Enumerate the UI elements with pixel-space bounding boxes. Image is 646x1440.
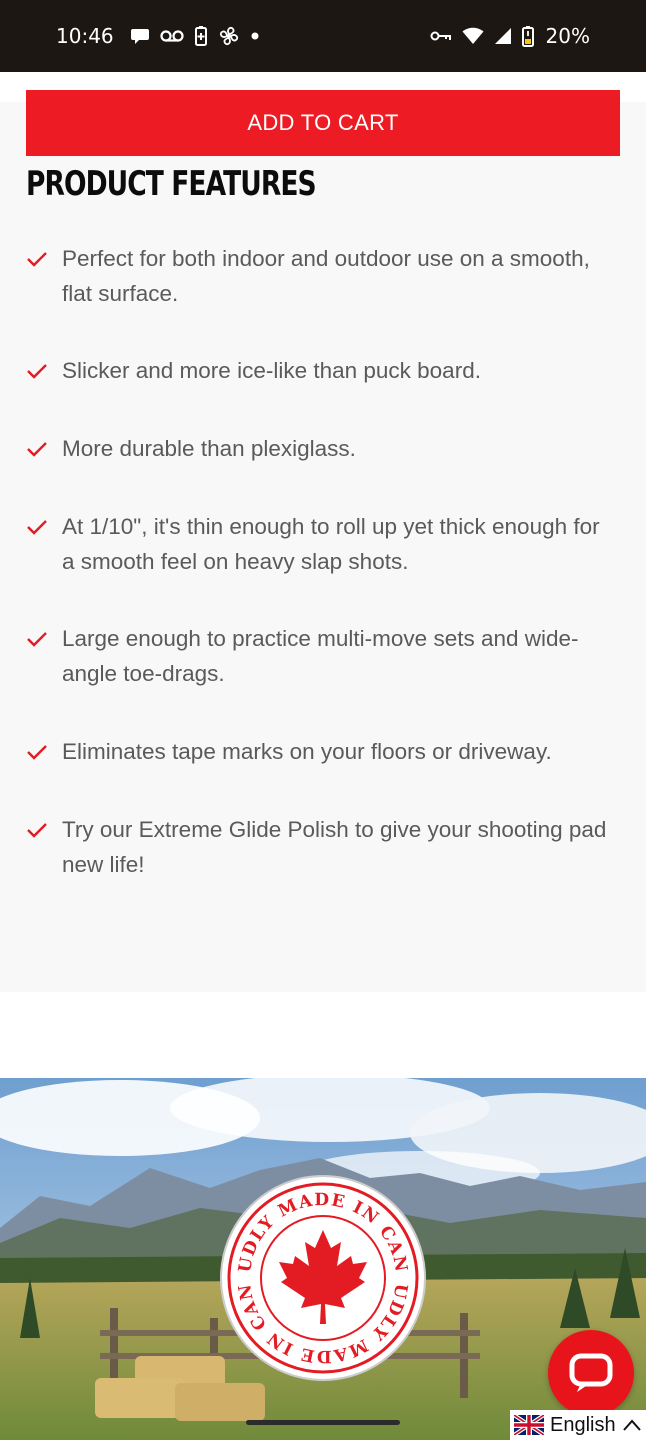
feature-line: Try our Extreme Glide Polish to give you…: [62, 817, 607, 842]
check-icon: [26, 432, 52, 466]
list-item: More durable than plexiglass.: [26, 432, 626, 467]
check-icon: [26, 354, 52, 388]
feature-line: More durable than plexiglass.: [62, 436, 356, 461]
feature-line: Perfect for both indoor and outdoor use …: [62, 246, 590, 271]
list-item: Perfect for both indoor and outdoor use …: [26, 242, 626, 311]
chevron-up-icon: [622, 1419, 641, 1431]
status-right: 20%: [430, 24, 590, 48]
list-item: Try our Extreme Glide Polish to give you…: [26, 813, 626, 882]
home-indicator: [246, 1420, 400, 1425]
battery-percent: 20%: [545, 24, 590, 48]
list-item: At 1/10", it's thin enough to roll up ye…: [26, 510, 626, 579]
list-item: Eliminates tape marks on your floors or …: [26, 735, 626, 770]
language-selector[interactable]: English: [510, 1410, 646, 1440]
language-label: English: [550, 1413, 616, 1436]
status-left: 10:46: [56, 24, 260, 48]
chat-bubble-icon: [130, 25, 150, 47]
feature-text: Try our Extreme Glide Polish to give you…: [62, 813, 622, 882]
feature-line: Large enough to practice multi-move sets…: [62, 626, 579, 651]
dot-icon: [250, 25, 260, 47]
status-time: 10:46: [56, 24, 114, 48]
vpn-key-icon: [430, 25, 452, 47]
feature-line: new life!: [62, 851, 145, 877]
section-title: PRODUCT FEATURES: [26, 164, 317, 204]
uk-flag-icon: [514, 1415, 544, 1435]
check-icon: [26, 242, 52, 276]
check-icon: [26, 510, 52, 544]
feature-line: At 1/10", it's thin enough to roll up ye…: [62, 514, 600, 539]
signal-icon: [494, 25, 512, 47]
feature-text: At 1/10", it's thin enough to roll up ye…: [62, 510, 622, 579]
feature-line: Eliminates tape marks on your floors or …: [62, 739, 552, 764]
wifi-icon: [462, 25, 484, 47]
status-bar: 10:46 20%: [0, 0, 646, 72]
chat-icon: [569, 1353, 613, 1392]
check-icon: [26, 735, 52, 769]
feature-line: Slicker and more ice-like than puck boar…: [62, 358, 481, 383]
feature-line: a smooth feel on heavy slap shots.: [62, 548, 409, 574]
battery-saver-icon: [194, 25, 208, 47]
feature-text: Perfect for both indoor and outdoor use …: [62, 242, 622, 311]
section-spacer: [0, 992, 646, 1078]
feature-text: More durable than plexiglass.: [62, 432, 622, 467]
check-icon: [26, 622, 52, 656]
list-item: Slicker and more ice-like than puck boar…: [26, 354, 626, 389]
feature-line: flat surface.: [62, 280, 179, 306]
feature-text: Slicker and more ice-like than puck boar…: [62, 354, 622, 389]
feature-line: angle toe-drags.: [62, 660, 225, 686]
feature-text: Large enough to practice multi-move sets…: [62, 622, 622, 691]
check-icon: [26, 813, 52, 847]
fan-icon: [218, 25, 240, 47]
list-item: Large enough to practice multi-move sets…: [26, 622, 626, 691]
battery-icon: [521, 25, 534, 47]
add-to-cart-button[interactable]: ADD TO CART: [26, 90, 620, 156]
feature-text: Eliminates tape marks on your floors or …: [62, 735, 622, 770]
voicemail-icon: [160, 25, 184, 47]
chat-button[interactable]: [548, 1330, 634, 1416]
